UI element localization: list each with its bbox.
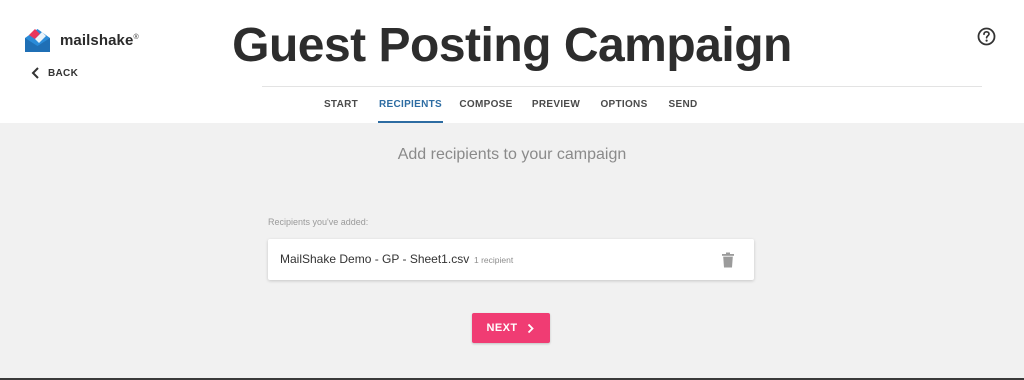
main-panel: Add recipients to your campaign Recipien…: [0, 123, 1024, 380]
trash-icon[interactable]: [721, 252, 735, 268]
tab-start[interactable]: START: [320, 88, 362, 123]
recipient-count: 1 recipient: [474, 255, 514, 265]
recipient-file-name: MailShake Demo - GP - Sheet1.csv: [280, 252, 470, 266]
recipient-file-card: MailShake Demo - GP - Sheet1.csv 1 recip…: [268, 239, 754, 280]
next-button-label: NEXT: [486, 322, 518, 334]
step-tabs: START RECIPIENTS COMPOSE PREVIEW OPTIONS…: [0, 88, 1024, 124]
next-button[interactable]: NEXT: [472, 313, 550, 343]
tab-recipients[interactable]: RECIPIENTS: [378, 88, 443, 123]
chevron-right-icon: [528, 323, 535, 333]
tab-send[interactable]: SEND: [666, 88, 700, 123]
section-subtitle: Add recipients to your campaign: [397, 146, 627, 163]
header-divider: [262, 86, 982, 87]
help-circle-icon[interactable]: [977, 27, 996, 46]
tab-preview[interactable]: PREVIEW: [531, 88, 581, 123]
recipients-label: Recipients you've added:: [268, 217, 369, 227]
header: mailshake® BACK Guest Posting Campaign: [0, 0, 1024, 86]
tab-compose[interactable]: COMPOSE: [459, 88, 513, 123]
tab-options[interactable]: OPTIONS: [599, 88, 649, 123]
page-title: Guest Posting Campaign: [232, 19, 792, 72]
